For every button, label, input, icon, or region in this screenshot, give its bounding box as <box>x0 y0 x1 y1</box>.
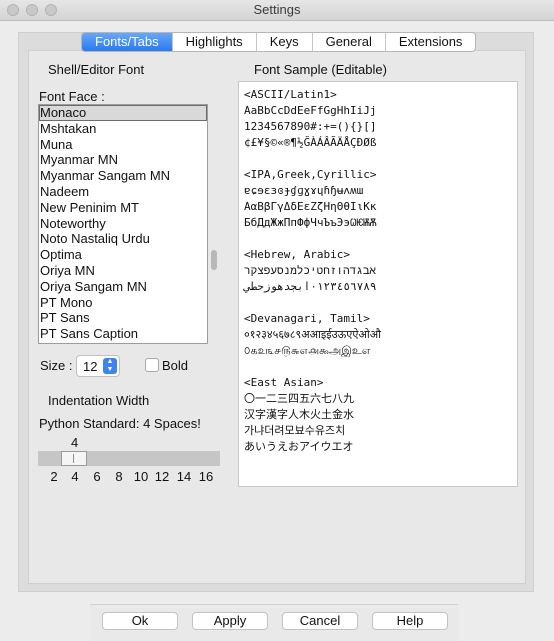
sample-line: 汉字漢字人木火土金水 <box>244 408 354 421</box>
sample-line: אבגדהוזחטיכלמנסעפצקר <box>244 264 377 277</box>
stepper-arrows-icon[interactable]: ▲ ▼ <box>103 358 117 374</box>
sample-line: <Hebrew, Arabic> <box>244 248 350 261</box>
sample-line: 가냐더려모뵤수유즈치 <box>244 424 346 437</box>
sample-line: ΑαΒβΓγΔδΕεΖζΗηΘθΙιΚκ <box>244 200 377 213</box>
font-size-stepper[interactable]: 12 ▲ ▼ <box>76 355 120 377</box>
font-list-item[interactable]: Myanmar MN <box>39 152 207 168</box>
font-list-item[interactable]: PT Sans <box>39 310 207 326</box>
font-list-scrollbar[interactable] <box>208 104 220 344</box>
slider-tick-label: 14 <box>176 469 192 484</box>
tab-highlights[interactable]: Highlights <box>173 33 257 51</box>
font-list-item[interactable]: Noteworthy <box>39 216 207 232</box>
tab-general[interactable]: General <box>313 33 386 51</box>
indent-slider-ticks: 2 4 6 8 10 12 14 16 <box>38 469 220 485</box>
title-bar: Settings <box>0 0 554 21</box>
font-list-item[interactable]: Myanmar Sangam MN <box>39 168 207 184</box>
font-list-scroll-thumb[interactable] <box>211 250 217 270</box>
window-title: Settings <box>253 2 301 17</box>
font-size-label: Size : <box>40 358 73 373</box>
font-list-item[interactable]: PT Sans Caption <box>39 326 207 342</box>
sample-line: <IPA,Greek,Cyrillic> <box>244 168 377 181</box>
sample-line: ¢£¥§©«®¶½ĞÀÁÂÃÄÅÇÐØß <box>244 136 377 149</box>
tab-bar: Fonts/Tabs Highlights Keys General Exten… <box>81 32 477 52</box>
font-list-item[interactable]: Muna <box>39 137 207 153</box>
bold-checkbox[interactable] <box>145 358 159 372</box>
sample-line: БбДдЖжПпФфЧчЪъЭэѠѤѬѪ <box>244 216 377 229</box>
sample-line: ٠١٢٣٤٥٦٧٨٩ابجدهوزحطي <box>244 280 377 293</box>
font-list-item[interactable]: Optima <box>39 247 207 263</box>
slider-tick-label: 8 <box>115 469 123 484</box>
sample-line: ௦௧௨௩௪௫௬௭௮௯அஇஉஎ <box>244 344 371 357</box>
sample-line: <East Asian> <box>244 376 324 389</box>
help-button[interactable]: Help <box>372 612 448 630</box>
tab-fonts-tabs[interactable]: Fonts/Tabs <box>82 33 173 51</box>
slider-tick-label: 6 <box>93 469 101 484</box>
bold-label: Bold <box>162 358 189 373</box>
font-list-item[interactable]: Mshtakan <box>39 121 207 137</box>
font-size-value: 12 <box>83 359 98 374</box>
sample-line <box>244 359 517 375</box>
ok-button[interactable]: Ok <box>102 612 178 630</box>
sample-line: <Devanagari, Tamil> <box>244 312 370 325</box>
slider-tick-label: 2 <box>50 469 58 484</box>
sample-line <box>244 231 517 247</box>
apply-button[interactable]: Apply <box>192 612 268 630</box>
sample-line <box>244 295 517 311</box>
font-list-item-selected[interactable]: Monaco <box>39 105 207 121</box>
sample-line: あいうえおアイウエオ <box>244 440 354 453</box>
indent-note: Python Standard: 4 Spaces! <box>39 416 201 431</box>
sample-line: <ASCII/Latin1> <box>244 88 337 101</box>
indent-section-heading: Indentation Width <box>48 393 150 408</box>
indent-width-value: 4 <box>71 435 79 450</box>
font-list-item[interactable]: New Peninim MT <box>39 200 207 216</box>
sample-line: 〇一二三四五六七八九 <box>244 392 354 405</box>
font-face-list[interactable]: Monaco Mshtakan Muna Myanmar MN Myanmar … <box>38 104 208 344</box>
font-section-heading: Shell/Editor Font <box>48 62 145 77</box>
cancel-button[interactable]: Cancel <box>282 612 358 630</box>
font-list-item[interactable]: PT Mono <box>39 295 207 311</box>
slider-tick-label: 12 <box>154 469 170 484</box>
slider-grip-icon <box>73 454 74 463</box>
sample-line: ɐɕɘɛɜɞɟɠɡɣɤɥɦɧʉʌʍɯ <box>244 184 364 197</box>
font-face-label: Font Face : <box>39 89 105 104</box>
indent-slider-thumb[interactable] <box>61 451 87 466</box>
slider-tick-label: 10 <box>133 469 149 484</box>
font-sample-text[interactable]: <ASCII/Latin1> AaBbCcDdEeFfGgHhIiJj 1234… <box>238 81 518 487</box>
tab-keys[interactable]: Keys <box>257 33 313 51</box>
font-sample-heading: Font Sample (Editable) <box>254 62 387 77</box>
slider-tick-label: 16 <box>198 469 214 484</box>
font-list-item[interactable]: Nadeem <box>39 184 207 200</box>
font-list-item[interactable]: Oriya MN <box>39 263 207 279</box>
sample-line: 1234567890#:+=(){}[] <box>244 120 377 133</box>
tab-extensions[interactable]: Extensions <box>386 33 476 51</box>
sample-line: ०१२३४५६७८९अआइईउऊएऐओऔ <box>244 328 381 341</box>
sample-line: AaBbCcDdEeFfGgHhIiJj <box>244 104 377 117</box>
font-list-item[interactable]: Oriya Sangam MN <box>39 279 207 295</box>
font-list-item[interactable]: Noto Nastaliq Urdu <box>39 231 207 247</box>
sample-line <box>244 151 517 167</box>
slider-tick-label: 4 <box>71 469 79 484</box>
